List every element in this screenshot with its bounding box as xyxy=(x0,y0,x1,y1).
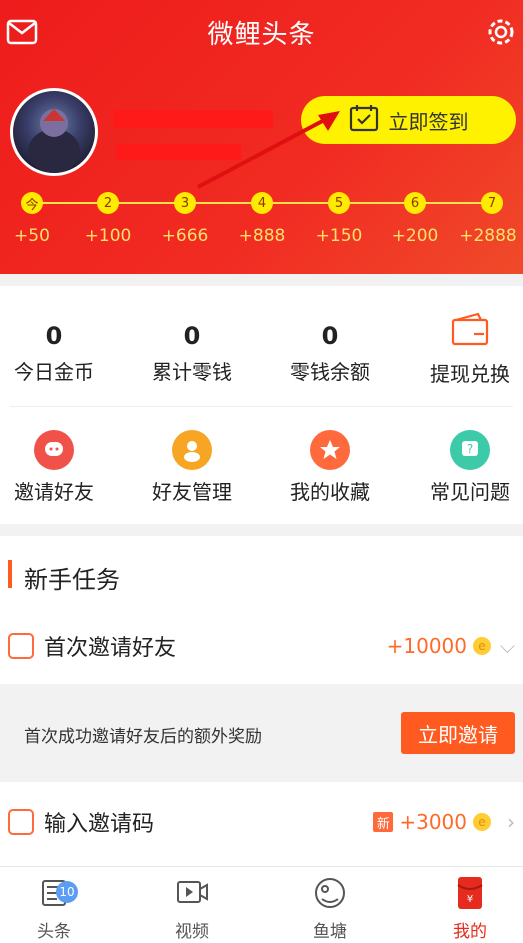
day-reward: +150 xyxy=(315,226,363,246)
red-envelope-icon: ¥ xyxy=(410,875,523,915)
nav-label: 我的 xyxy=(453,922,487,942)
divider xyxy=(10,406,513,407)
unread-badge: 10 xyxy=(56,881,78,903)
top-bar: 微鲤头条 xyxy=(0,0,523,64)
task-reward: 新 +3000 e xyxy=(373,810,491,834)
task-check-icon xyxy=(8,633,34,659)
stat-balance[interactable]: 0 零钱余额 xyxy=(270,322,390,385)
new-badge: 新 xyxy=(373,812,394,832)
shortcut-label: 常见问题 xyxy=(430,480,510,504)
profile-page: 微鲤头条 立即签到 今 2 3 4 5 6 7 +50 +100 +666 +8… xyxy=(0,0,523,943)
annotation-arrow xyxy=(197,111,340,189)
star-icon xyxy=(310,430,350,470)
day-dot: 6 xyxy=(404,192,426,214)
day-reward: +200 xyxy=(391,226,439,246)
svg-text:?: ? xyxy=(467,442,473,456)
shortcut-favorites[interactable]: 我的收藏 xyxy=(270,430,390,505)
stat-label: 今日金币 xyxy=(14,360,94,384)
day-reward: +888 xyxy=(238,226,286,246)
task-detail-panel: 首次成功邀请好友后的额外奖励 立即邀请 xyxy=(0,684,523,782)
reward-value: +10000 xyxy=(386,634,467,658)
nav-mine[interactable]: ¥ 我的 xyxy=(410,875,523,942)
task-first-invite[interactable]: 首次邀请好友 +10000 e ⌵ xyxy=(0,614,523,678)
nav-label: 头条 xyxy=(37,922,71,942)
task-name: 首次邀请好友 xyxy=(44,636,177,661)
task-name: 输入邀请码 xyxy=(44,812,155,837)
day-dot: 7 xyxy=(481,192,503,214)
stat-label: 零钱余额 xyxy=(290,360,370,384)
day-reward: +666 xyxy=(161,226,209,246)
nav-label: 鱼塘 xyxy=(313,922,347,942)
bottom-nav: 10 头条 视频 鱼塘 ¥ 我的 xyxy=(0,866,523,943)
day-dot: 2 xyxy=(97,192,119,214)
avatar[interactable] xyxy=(10,88,98,176)
day-dot: 今 xyxy=(21,192,43,214)
section-title: 新手任务 xyxy=(8,560,120,594)
video-icon xyxy=(132,875,252,915)
coin-icon: e xyxy=(473,813,491,831)
task-enter-code[interactable]: 输入邀请码 新 +3000 e › xyxy=(0,790,523,854)
app-title: 微鲤头条 xyxy=(207,20,316,50)
shortcut-invite-friends[interactable]: 邀请好友 xyxy=(0,430,114,505)
question-icon: ? xyxy=(450,430,490,470)
svg-text:¥: ¥ xyxy=(467,894,473,905)
stat-today-coins[interactable]: 0 今日金币 xyxy=(0,322,114,385)
shortcut-label: 邀请好友 xyxy=(14,480,94,504)
coin-icon: e xyxy=(473,637,491,655)
task-detail-text: 首次成功邀请好友后的额外奖励 xyxy=(24,727,262,747)
signin-label: 立即签到 xyxy=(388,109,469,134)
nav-label: 视频 xyxy=(175,922,209,942)
shortcut-manage-friends[interactable]: 好友管理 xyxy=(132,430,252,505)
reward-value: +3000 xyxy=(399,810,467,834)
header-banner: 微鲤头条 立即签到 今 2 3 4 5 6 7 +50 +100 +666 +8… xyxy=(0,0,523,274)
fishpond-icon xyxy=(270,875,390,915)
day-reward: +50 xyxy=(14,226,50,246)
stat-value: 0 xyxy=(321,322,339,350)
stat-label: 累计零钱 xyxy=(152,360,232,384)
chevron-right-icon[interactable]: › xyxy=(507,810,515,834)
shortcut-faq[interactable]: ? 常见问题 xyxy=(410,430,523,505)
chevron-down-icon[interactable]: ⌵ xyxy=(500,634,515,658)
shortcut-label: 我的收藏 xyxy=(290,480,370,504)
day-reward: +2888 xyxy=(459,226,517,246)
stat-value: 0 xyxy=(183,322,201,350)
nav-headlines[interactable]: 10 头条 xyxy=(0,875,114,942)
wallet-icon xyxy=(410,312,523,352)
day-dot: 3 xyxy=(174,192,196,214)
nav-video[interactable]: 视频 xyxy=(132,875,252,942)
day-reward: +100 xyxy=(84,226,132,246)
day-dot: 5 xyxy=(328,192,350,214)
day-dot: 4 xyxy=(251,192,273,214)
withdraw-exchange[interactable]: 提现兑换 xyxy=(410,312,523,387)
gear-icon[interactable] xyxy=(481,12,521,52)
stat-value: 0 xyxy=(45,322,63,350)
nav-fishpond[interactable]: 鱼塘 xyxy=(270,875,390,942)
withdraw-label: 提现兑换 xyxy=(430,362,510,386)
stats-card: 0 今日金币 0 累计零钱 0 零钱余额 提现兑换 邀请好友 好友管理 我的收藏… xyxy=(0,286,523,524)
task-reward: +10000 e xyxy=(387,634,491,658)
stat-total-change[interactable]: 0 累计零钱 xyxy=(132,322,252,385)
shortcut-label: 好友管理 xyxy=(152,480,232,504)
invite-now-button[interactable]: 立即邀请 xyxy=(401,712,515,754)
person-icon xyxy=(172,430,212,470)
task-check-icon xyxy=(8,809,34,835)
smile-icon xyxy=(34,430,74,470)
calendar-check-icon xyxy=(349,104,379,137)
